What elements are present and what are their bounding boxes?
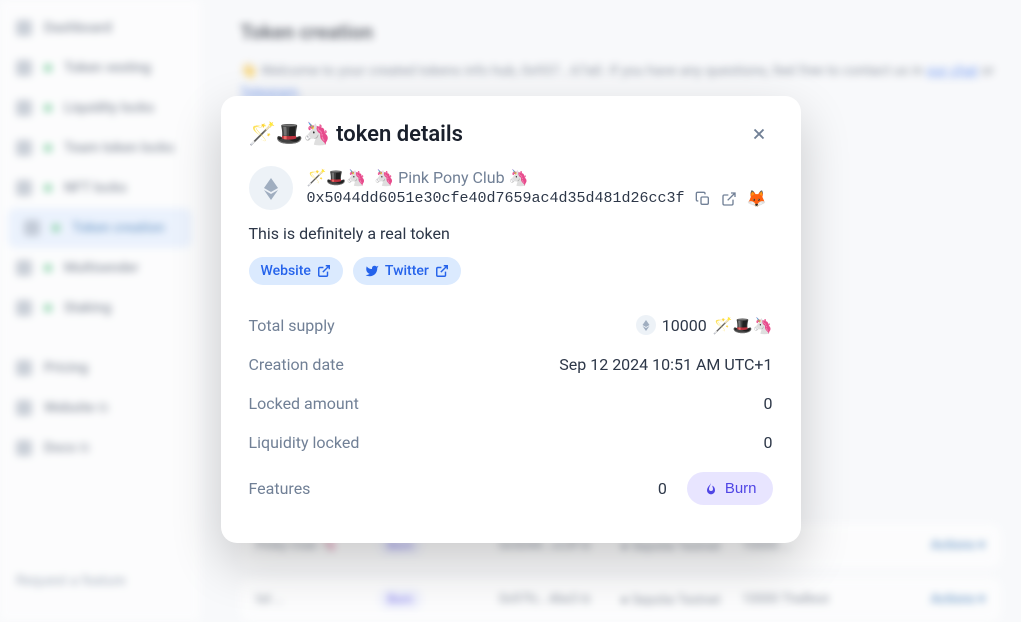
token-name-text: 🦄 Pink Pony Club 🦄 (374, 168, 528, 187)
link-chips: Website Twitter (249, 257, 773, 285)
modal-header: 🪄🎩🦄 token details (249, 120, 773, 148)
detail-value: 0 (764, 433, 773, 452)
modal-title: 🪄🎩🦄 token details (249, 122, 463, 147)
detail-label: Locked amount (249, 394, 359, 413)
detail-label: Total supply (249, 316, 335, 335)
token-details-modal: 🪄🎩🦄 token details 🪄🎩🦄 🦄 Pink Pony Club 🦄… (221, 96, 801, 543)
copy-button[interactable] (695, 191, 711, 207)
detail-value: 0 (764, 394, 773, 413)
token-emoji: 🪄🎩🦄 (307, 168, 367, 187)
copy-icon (695, 191, 711, 207)
detail-value: 10000 🪄🎩🦄 (636, 315, 773, 335)
detail-value: 0 (658, 479, 667, 498)
token-address: 0x5044dd6051e30cfe40d7659ac4d35d481d26cc… (307, 190, 685, 207)
token-info: 🪄🎩🦄 🦄 Pink Pony Club 🦄 0x5044dd6051e30cf… (307, 168, 773, 208)
detail-row-locked-amount: Locked amount 0 (249, 384, 773, 423)
external-link-icon (721, 191, 737, 207)
supply-value: 10000 (662, 316, 707, 335)
fire-icon (703, 481, 719, 497)
burn-label: Burn (725, 480, 757, 497)
token-logo (249, 166, 293, 210)
metamask-button[interactable]: 🦊 (747, 189, 767, 208)
chip-label: Twitter (385, 263, 429, 279)
detail-label: Liquidity locked (249, 433, 360, 452)
website-chip[interactable]: Website (249, 257, 343, 285)
chip-label: Website (261, 263, 311, 279)
token-name: 🪄🎩🦄 🦄 Pink Pony Club 🦄 (307, 168, 773, 187)
token-address-row: 0x5044dd6051e30cfe40d7659ac4d35d481d26cc… (307, 189, 773, 208)
external-link-icon (317, 264, 331, 278)
close-button[interactable] (745, 120, 773, 148)
features-right: 0 Burn (658, 472, 773, 505)
detail-row-features: Features 0 Burn (249, 462, 773, 515)
title-emoji: 🪄🎩🦄 (249, 122, 337, 147)
detail-label: Creation date (249, 355, 344, 374)
close-icon (750, 125, 768, 143)
ethereum-icon (259, 176, 283, 200)
burn-button[interactable]: Burn (687, 472, 773, 505)
detail-row-total-supply: Total supply 10000 🪄🎩🦄 (249, 305, 773, 345)
external-link-button[interactable] (721, 191, 737, 207)
supply-suffix: 🪄🎩🦄 (713, 316, 773, 335)
twitter-icon (365, 264, 379, 278)
external-link-icon (435, 264, 449, 278)
detail-label: Features (249, 479, 311, 498)
modal-overlay[interactable]: 🪄🎩🦄 token details 🪄🎩🦄 🦄 Pink Pony Club 🦄… (0, 0, 1021, 621)
token-description: This is definitely a real token (249, 224, 773, 243)
title-text: token details (336, 122, 463, 147)
twitter-chip[interactable]: Twitter (353, 257, 461, 285)
detail-value: Sep 12 2024 10:51 AM UTC+1 (559, 355, 772, 374)
detail-row-creation-date: Creation date Sep 12 2024 10:51 AM UTC+1 (249, 345, 773, 384)
detail-row-liquidity-locked: Liquidity locked 0 (249, 423, 773, 462)
token-identity-row: 🪄🎩🦄 🦄 Pink Pony Club 🦄 0x5044dd6051e30cf… (249, 166, 773, 210)
ethereum-icon-small (636, 315, 656, 335)
